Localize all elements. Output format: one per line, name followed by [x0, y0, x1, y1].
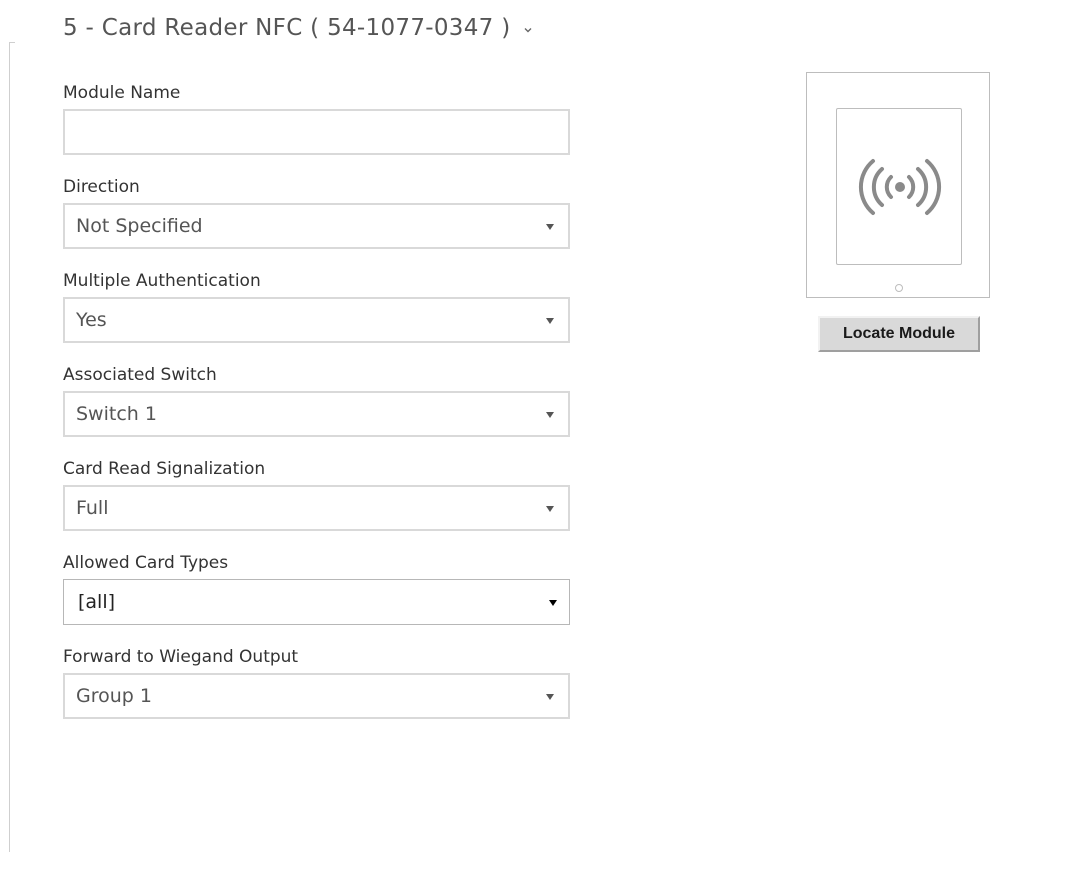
nfc-icon — [858, 159, 942, 215]
section-left-rule-tick — [9, 42, 15, 43]
caret-down-icon — [546, 506, 554, 512]
forward-to-wiegand-output-label: Forward to Wiegand Output — [63, 647, 299, 667]
card-read-signalization-label: Card Read Signalization — [63, 459, 266, 479]
section-header[interactable]: 5 - Card Reader NFC ( 54-1077-0347 ) — [63, 11, 533, 45]
caret-down-icon — [546, 694, 554, 700]
direction-label: Direction — [63, 177, 140, 197]
allowed-card-types-label: Allowed Card Types — [63, 553, 229, 573]
direction-value: Not Specified — [76, 215, 203, 237]
direction-select[interactable]: Not Specified — [63, 203, 570, 249]
module-preview — [806, 72, 990, 298]
module-name-input[interactable] — [65, 111, 568, 153]
associated-switch-select[interactable]: Switch 1 — [63, 391, 570, 437]
module-status-led — [895, 284, 903, 292]
module-name-field[interactable] — [63, 109, 570, 155]
section-left-rule — [9, 42, 10, 852]
caret-down-icon — [546, 318, 554, 324]
locate-module-button[interactable]: Locate Module — [818, 316, 980, 352]
section-title: 5 - Card Reader NFC ( 54-1077-0347 ) — [63, 15, 511, 41]
caret-down-icon — [546, 224, 554, 230]
forward-to-wiegand-output-select[interactable]: Group 1 — [63, 673, 570, 719]
module-preview-screen — [836, 108, 962, 265]
multiple-authentication-select[interactable]: Yes — [63, 297, 570, 343]
card-read-signalization-select[interactable]: Full — [63, 485, 570, 531]
multiple-authentication-label: Multiple Authentication — [63, 271, 261, 291]
caret-down-icon — [546, 412, 554, 418]
allowed-card-types-value: [all] — [78, 591, 116, 613]
caret-down-icon — [549, 600, 557, 606]
module-settings-form: Module Name Direction Not Specified Mult… — [63, 78, 571, 736]
allowed-card-types-select[interactable]: [all] — [63, 579, 570, 625]
module-name-label: Module Name — [63, 83, 181, 103]
chevron-down-icon[interactable] — [523, 25, 533, 35]
forward-to-wiegand-output-value: Group 1 — [76, 685, 152, 707]
card-read-signalization-value: Full — [76, 497, 109, 519]
associated-switch-value: Switch 1 — [76, 403, 157, 425]
associated-switch-label: Associated Switch — [63, 365, 217, 385]
multiple-authentication-value: Yes — [76, 309, 107, 331]
